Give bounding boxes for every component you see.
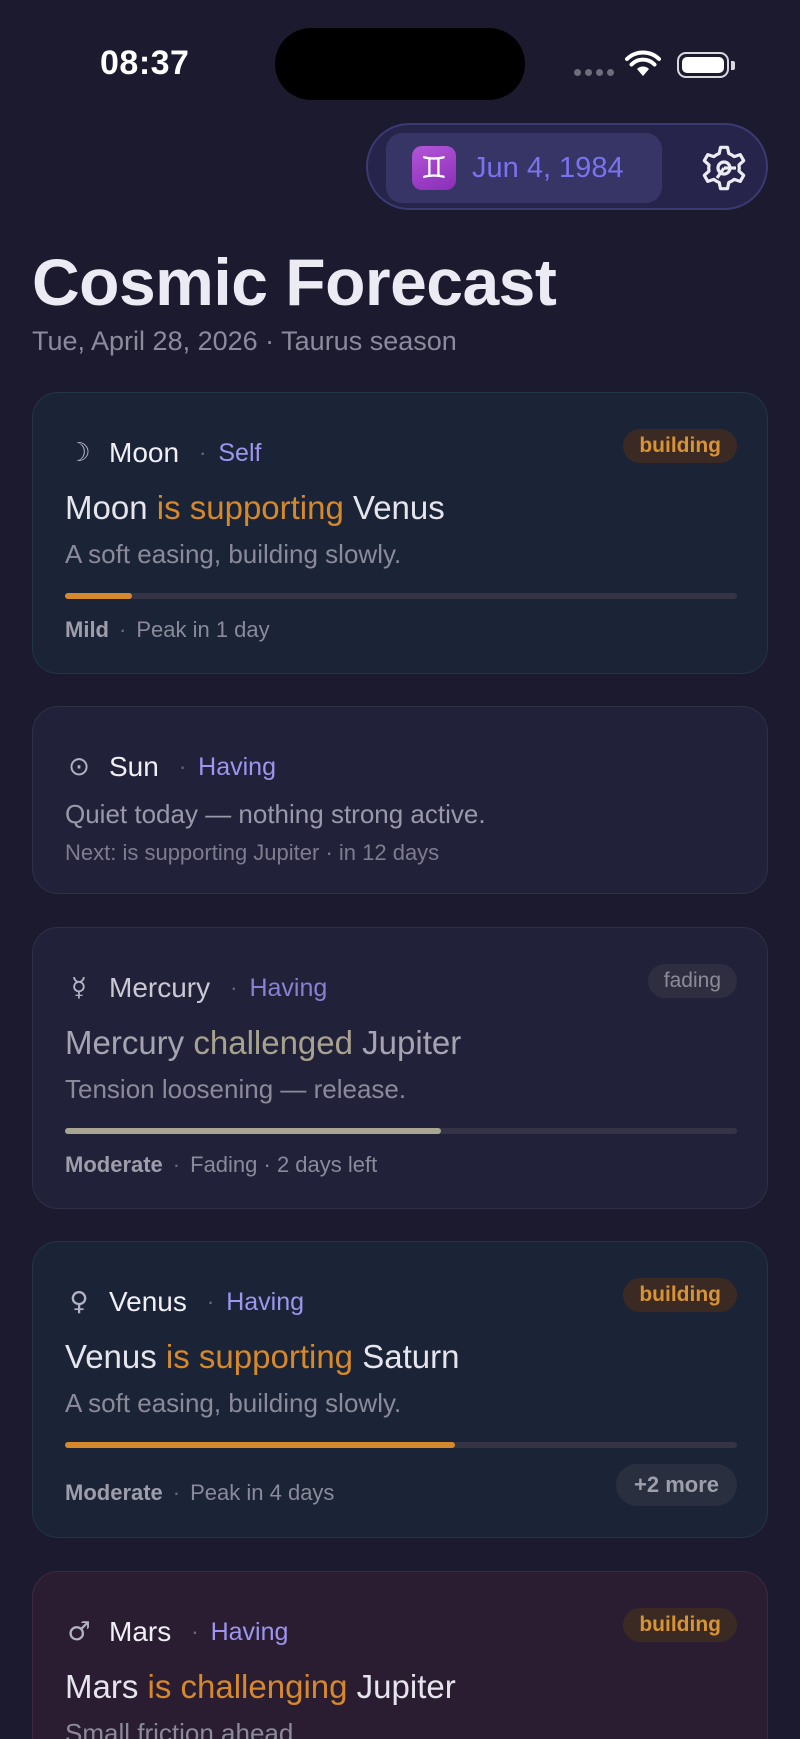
planet-name: Mars — [109, 1616, 172, 1647]
aspect-description: A soft easing, building slowly. — [65, 1388, 402, 1418]
aspect-title: Moon is supporting Venus — [65, 489, 445, 526]
moon-icon: ☽ — [67, 438, 91, 468]
aspect-description: A soft easing, building slowly. — [65, 539, 402, 569]
cellular-signal-icon — [574, 69, 614, 76]
aspect-description: Tension loosening — release. — [65, 1074, 407, 1104]
wifi-icon — [625, 50, 661, 76]
mercury-icon: ☿ — [71, 973, 87, 1003]
page-subtitle: Tue, April 28, 2026 · Taurus season — [32, 326, 457, 356]
profile-header: ♊ Jun 4, 1984 — [366, 123, 768, 210]
sun-icon: ⊙ — [68, 752, 90, 782]
more-aspects-button[interactable]: +2 more — [616, 1464, 737, 1506]
transit-card-venus[interactable]: ♀ Venus · Having building Venus is suppo… — [32, 1241, 768, 1538]
page-title: Cosmic Forecast — [32, 245, 557, 319]
gear-icon[interactable] — [696, 140, 752, 196]
aspect-meta: Moderate · Fading · 2 days left — [65, 1152, 378, 1177]
house-label: Having — [210, 1617, 289, 1646]
transit-card-moon[interactable]: ☽ Moon · Self building Moon is supportin… — [32, 392, 768, 674]
birth-date-chip[interactable]: ♊ Jun 4, 1984 — [386, 133, 662, 203]
gemini-icon: ♊ — [412, 146, 456, 190]
next-aspect-text: Next: is supporting Jupiter · in 12 days — [65, 840, 440, 865]
mars-icon: ♂ — [67, 1617, 91, 1647]
transit-card-mercury[interactable]: ☿ Mercury · Having fading Mercury challe… — [32, 927, 768, 1209]
intensity-bar — [65, 1128, 737, 1134]
house-label: Self — [218, 438, 262, 467]
intensity-bar — [65, 593, 737, 599]
venus-icon: ♀ — [69, 1287, 89, 1317]
status-bar: 08:37 — [0, 0, 800, 130]
quiet-text: Quiet today — nothing strong active. — [65, 799, 486, 829]
transit-card-sun[interactable]: ⊙ Sun · Having Quiet today — nothing str… — [32, 706, 768, 894]
aspect-meta: Mild · Peak in 1 day — [65, 617, 270, 642]
aspect-title: Venus is supporting Saturn — [65, 1338, 460, 1375]
dynamic-island — [275, 28, 525, 100]
planet-name: Venus — [109, 1286, 187, 1317]
aspect-meta: Moderate · Peak in 4 days — [65, 1480, 335, 1505]
status-badge: building — [623, 1608, 737, 1642]
transit-card-mars[interactable]: ♂ Mars · Having building Mars is challen… — [32, 1571, 768, 1739]
planet-name: Moon — [109, 437, 180, 468]
house-label: Having — [226, 1287, 305, 1316]
status-badge: building — [623, 429, 737, 463]
house-label: Having — [198, 752, 276, 781]
aspect-title: Mercury challenged Jupiter — [65, 1024, 462, 1061]
status-badge: fading — [647, 964, 737, 998]
house-label: Having — [249, 973, 328, 1002]
status-time: 08:37 — [100, 44, 190, 82]
planet-name: Sun — [109, 751, 159, 782]
aspect-title: Mars is challenging Jupiter — [65, 1668, 456, 1705]
planet-name: Mercury — [109, 972, 211, 1003]
intensity-bar — [65, 1442, 737, 1448]
birth-date: Jun 4, 1984 — [472, 151, 624, 184]
status-badge: building — [623, 1278, 737, 1312]
battery-icon — [677, 52, 735, 78]
aspect-description: Small friction ahead. — [65, 1718, 301, 1739]
